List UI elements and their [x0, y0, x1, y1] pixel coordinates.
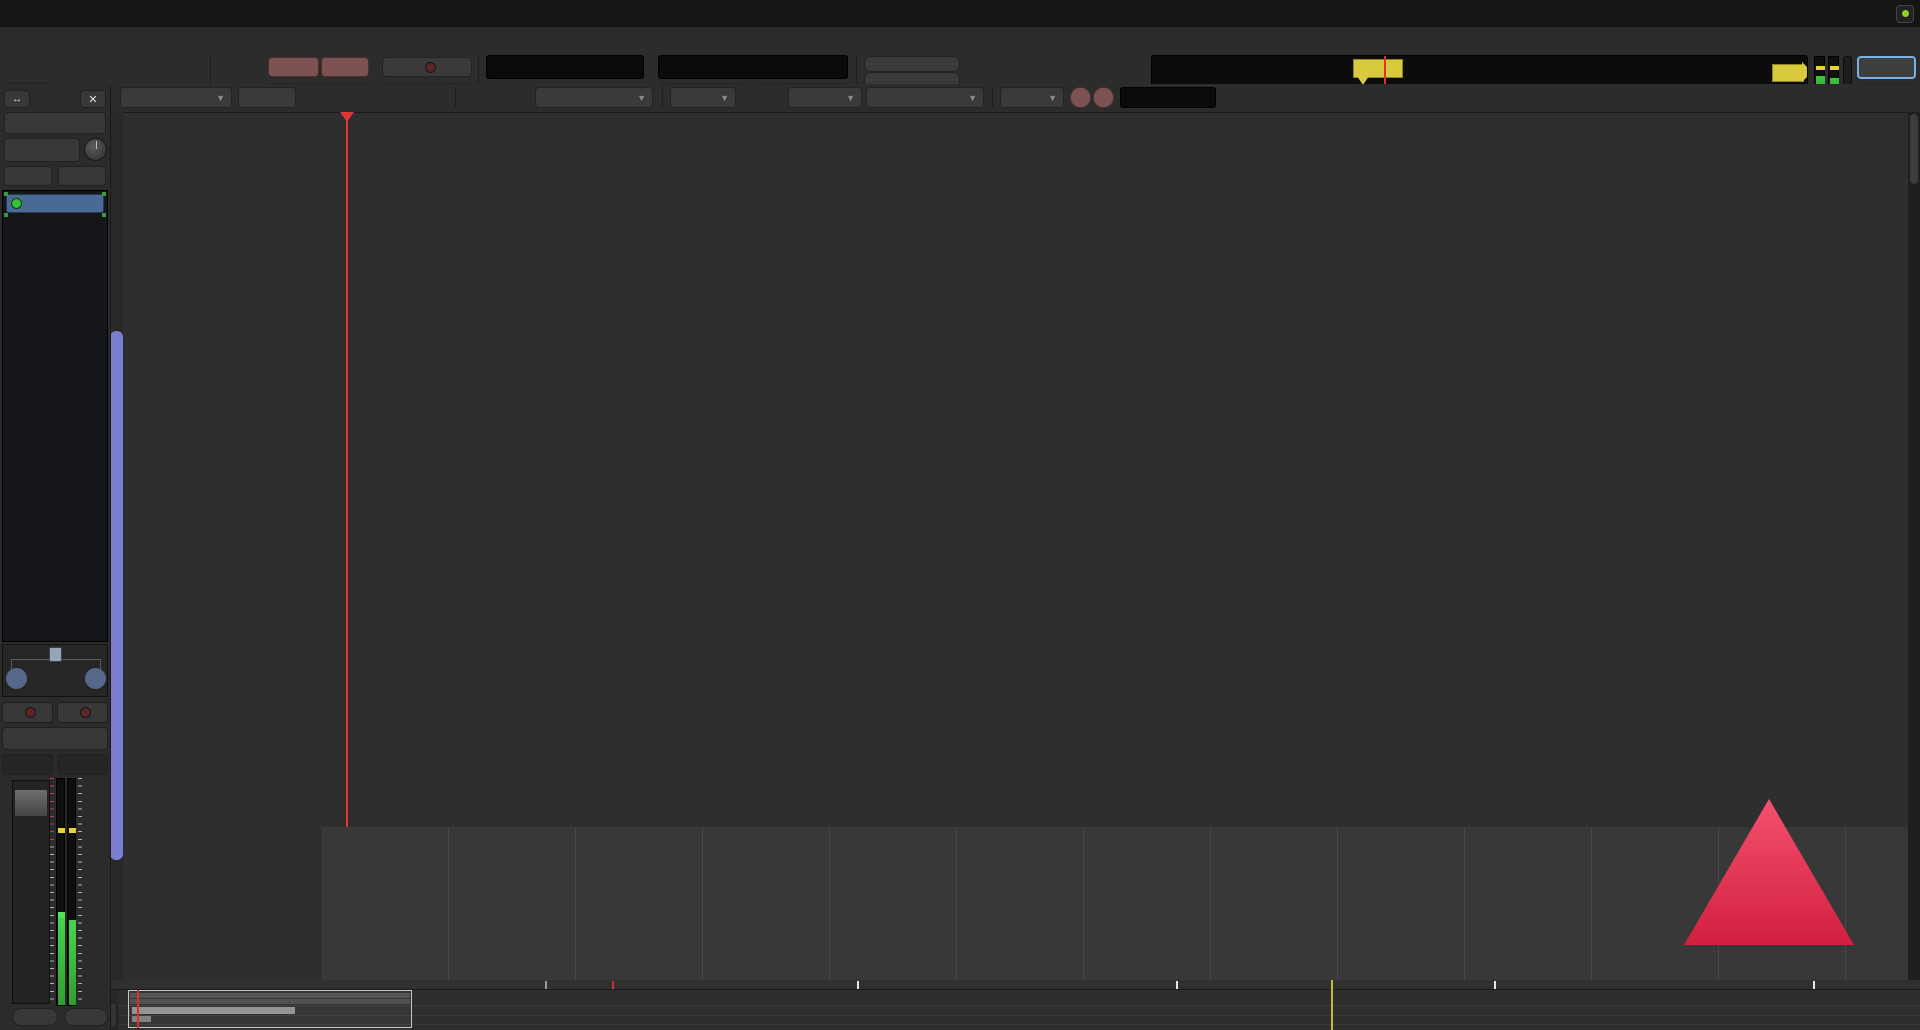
lock-led-icon — [80, 707, 91, 718]
edit-mode-dropdown[interactable]: ▼ — [120, 87, 232, 108]
summary-view-rect[interactable] — [128, 990, 412, 1028]
menubar — [0, 0, 1920, 27]
edit-point-dropdown[interactable]: ▼ — [1000, 87, 1064, 108]
meter-point-button[interactable] — [64, 1008, 108, 1026]
processor-box[interactable] — [2, 190, 108, 642]
editor-view-button[interactable] — [1857, 56, 1916, 79]
meter-bar-left — [56, 778, 65, 1006]
follow-range-button[interactable] — [382, 57, 472, 77]
playhead-line — [346, 112, 348, 827]
punch-in-button[interactable] — [268, 57, 319, 77]
phase-1-button[interactable] — [4, 166, 52, 186]
peak-value[interactable] — [57, 754, 108, 775]
pan-right-button[interactable] — [85, 668, 106, 689]
phase-2-button[interactable] — [58, 166, 106, 186]
fader-handle[interactable] — [14, 789, 48, 817]
end-marker-arrow-icon — [1802, 62, 1808, 82]
meter-peak-icon — [69, 828, 76, 833]
mono-button[interactable] — [12, 1008, 58, 1026]
gain-value[interactable] — [2, 754, 53, 775]
drag-handle-icon — [4, 192, 8, 196]
summary-tick — [1813, 981, 1815, 989]
close-strip-button[interactable]: ✕ — [80, 90, 106, 108]
trim-knob[interactable] — [84, 138, 107, 161]
lock-button[interactable] — [57, 702, 108, 723]
nav-next-button[interactable] — [1093, 87, 1114, 108]
drag-handle-icon — [102, 213, 106, 217]
summary-tick — [857, 981, 859, 989]
transport-toolbar — [0, 27, 1920, 85]
gain-display-button[interactable] — [4, 138, 80, 162]
mute-button[interactable] — [2, 727, 108, 750]
iso-button[interactable] — [2, 702, 53, 723]
snap-mode-dropdown[interactable]: ▼ — [788, 87, 862, 108]
meter-fill-top — [58, 912, 65, 918]
summary-playhead-tick — [612, 981, 614, 989]
pan-left-button[interactable] — [6, 668, 27, 689]
meter-peak-left — [1816, 66, 1825, 70]
strip-name-button[interactable] — [4, 112, 106, 134]
primary-clock[interactable] — [486, 55, 644, 79]
processor-led-icon[interactable] — [11, 198, 22, 209]
selected-strip-indicator — [110, 331, 123, 860]
iso-led-icon — [25, 707, 36, 718]
zoom-focus-dropdown[interactable]: ▼ — [535, 87, 653, 108]
secondary-clock[interactable] — [658, 55, 848, 79]
edit-point-clock[interactable] — [1120, 87, 1216, 108]
vertical-scrollbar[interactable] — [1908, 112, 1920, 980]
drag-handle-icon — [4, 213, 8, 217]
track-height-dropdown[interactable]: ▼ — [670, 87, 736, 108]
editor-toolbar: ▼ ▼ ▼ ▼ ▼ ▼ — [0, 84, 1920, 113]
meter-peak-icon — [58, 828, 65, 833]
follow-range-led-icon — [425, 62, 436, 73]
summary-tick — [1176, 981, 1178, 989]
meter-peak-right — [1830, 66, 1839, 70]
processor-fader-entry[interactable] — [6, 194, 104, 213]
scrollbar-thumb[interactable] — [1910, 114, 1918, 184]
ardour-logo-icon — [1680, 795, 1858, 950]
end-marker-flag[interactable] — [1772, 64, 1804, 82]
meter-ticks-red — [50, 778, 54, 844]
summary-tick — [1494, 981, 1496, 989]
meter-fill — [58, 914, 65, 1005]
monitor-section: ↔ ✕ — [0, 86, 111, 1030]
summary-playhead — [137, 990, 139, 1028]
feedback-indicator[interactable] — [1896, 5, 1914, 23]
summary-pane[interactable] — [110, 980, 1920, 1030]
shrink-strip-button[interactable]: ↔ — [4, 90, 30, 108]
pan-widget[interactable] — [2, 644, 108, 697]
knob-indicator-icon — [96, 141, 97, 149]
pan-handle[interactable] — [49, 647, 62, 662]
meter-fill — [69, 920, 76, 1005]
grid-unit-dropdown[interactable]: ▼ — [866, 87, 984, 108]
summary-end-marker-line — [1331, 980, 1333, 1030]
drag-handle-icon — [102, 192, 106, 196]
playhead-marker-icon[interactable] — [340, 112, 354, 122]
meter-ticks-right — [78, 778, 82, 1006]
summary-ruler — [110, 980, 1920, 990]
status-led-icon — [1902, 10, 1909, 17]
solo-button[interactable] — [864, 56, 960, 72]
punch-out-button[interactable] — [321, 57, 369, 77]
nav-prev-button[interactable] — [1070, 87, 1091, 108]
summary-body[interactable] — [119, 990, 1920, 1030]
smart-mode-button[interactable] — [238, 87, 296, 108]
gain-fader[interactable] — [12, 780, 50, 1004]
summary-tick — [545, 981, 547, 989]
meter-bar-right — [67, 778, 76, 1006]
canvas-empty-area[interactable] — [322, 827, 1908, 980]
status-bar — [1880, 0, 1914, 27]
